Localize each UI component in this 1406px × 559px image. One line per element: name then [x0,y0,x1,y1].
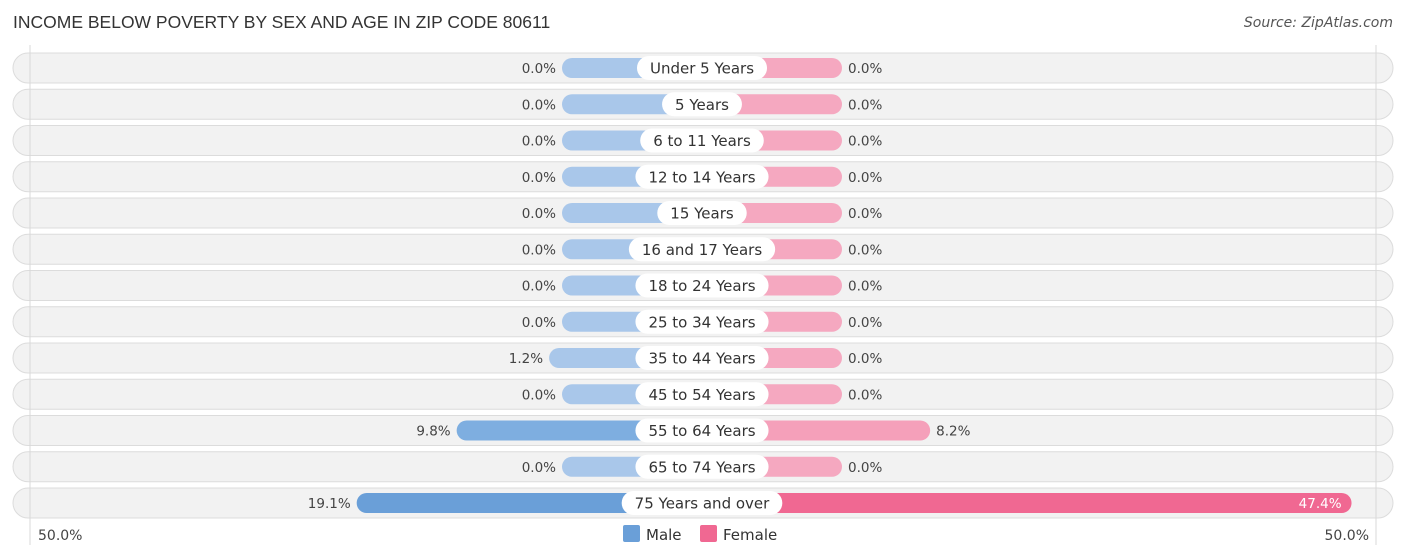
chart-row: 0.0% 0.0% 12 to 14 Years [12,161,1394,193]
category-label: 15 Years [670,205,734,223]
category-label: 18 to 24 Years [648,277,755,295]
chart-row: 0.0% 0.0% 25 to 34 Years [12,306,1394,338]
axis-left-label: 50.0% [38,528,82,544]
value-label-male: 0.0% [522,460,556,476]
value-label-female: 0.0% [848,134,882,150]
category-label: 12 to 14 Years [648,168,755,186]
value-label-male: 0.0% [522,134,556,150]
legend-male-label: Male [646,526,682,544]
value-label-male: 1.2% [509,351,543,367]
chart-row: 0.0% 0.0% 18 to 24 Years [12,270,1394,301]
category-label: 16 and 17 Years [642,241,762,259]
category-label: 55 to 64 Years [648,422,755,440]
value-label-male: 9.8% [416,424,450,440]
value-label-male: 0.0% [522,206,556,222]
chart-row: 9.8% 8.2% 55 to 64 Years [12,415,1394,446]
value-label-female: 0.0% [848,279,882,295]
chart-row: 0.0% 0.0% Under 5 Years [12,52,1394,84]
chart-row: 0.0% 0.0% 15 Years [12,197,1394,229]
chart-row: 0.0% 0.0% 45 to 54 Years [12,378,1394,410]
bar-female [702,493,1352,513]
chart: 0.0% 0.0%Under 5 Years0.0% 0.0%5 Years0.0%… [12,45,1394,545]
axis-right-label: 50.0% [1325,528,1369,544]
value-label-female: 8.2% [936,424,970,440]
legend: Male Female [623,525,777,544]
value-label-female: 0.0% [848,351,882,367]
category-label: 5 Years [675,96,729,114]
chart-row: 1.2% 0.0% 35 to 44 Years [12,342,1394,374]
value-label-male: 0.0% [522,97,556,113]
category-label: 35 to 44 Years [648,350,755,368]
value-label-male: 0.0% [522,279,556,295]
value-label-female: 0.0% [848,460,882,476]
category-label: 6 to 11 Years [653,132,751,150]
value-label-male: 0.0% [522,387,556,403]
chart-row: 19.1% 47.4% 75 Years and over [12,487,1394,519]
value-label-female: 0.0% [848,97,882,113]
value-label-female: 0.0% [848,242,882,258]
category-label: 25 to 34 Years [648,313,755,331]
chart-row: 0.0% 0.0% 6 to 11 Years [12,125,1394,156]
chart-row: 0.0% 0.0% 65 to 74 Years [12,451,1394,483]
chart-row: 0.0% 0.0% 5 Years [12,88,1394,120]
legend-female-swatch [700,525,717,542]
legend-female-label: Female [723,526,777,544]
legend-male-swatch [623,525,640,542]
value-label-male: 0.0% [522,242,556,258]
category-label: 75 Years and over [635,495,770,513]
value-label-female: 0.0% [848,170,882,186]
value-label-female: 0.0% [848,206,882,222]
value-label-female: 0.0% [848,315,882,331]
category-label: 65 to 74 Years [648,458,755,476]
value-label-male: 0.0% [522,61,556,77]
value-label-male: 0.0% [522,170,556,186]
value-label-male: 19.1% [308,496,351,512]
value-label-female: 0.0% [848,61,882,77]
value-label-male: 0.0% [522,315,556,331]
category-label: Under 5 Years [650,60,754,78]
category-label: 45 to 54 Years [648,386,755,404]
value-label-female: 47.4% [1299,496,1342,512]
chart-row: 0.0% 0.0% 16 and 17 Years [12,233,1394,265]
value-label-female: 0.0% [848,387,882,403]
